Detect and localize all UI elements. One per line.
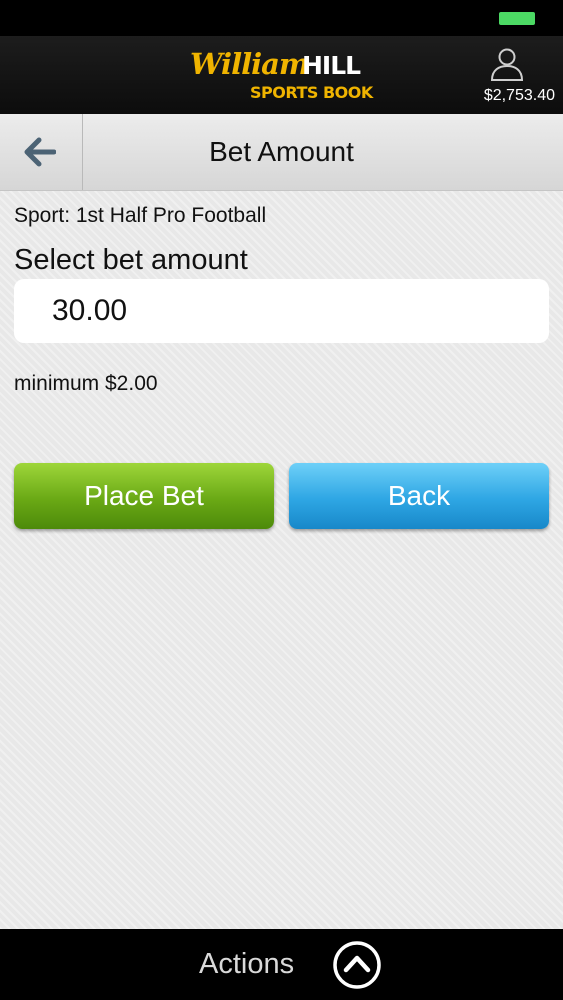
william-hill-logo: William HILL SPORTS BOOK <box>190 46 373 106</box>
minimum-amount-text: minimum $2.00 <box>14 372 158 395</box>
account-button[interactable]: $2,753.40 <box>459 44 555 108</box>
actions-bar[interactable]: Actions <box>0 929 563 1000</box>
logo-script-text: William <box>190 47 310 81</box>
sport-label: Sport: 1st Half Pro Football <box>14 204 267 227</box>
select-bet-amount-label: Select bet amount <box>14 244 248 276</box>
bet-amount-form: Sport: 1st Half Pro Football Select bet … <box>0 191 563 929</box>
page-title: Bet Amount <box>209 136 354 167</box>
actions-label: Actions <box>199 948 295 980</box>
place-bet-button[interactable]: Place Bet <box>14 463 274 529</box>
user-icon <box>490 48 524 81</box>
battery-icon <box>499 12 535 25</box>
status-bar <box>0 0 563 36</box>
title-bar: Bet Amount <box>0 114 563 191</box>
logo-hill-text: HILL <box>302 51 361 80</box>
chevron-up-circle-icon[interactable] <box>332 940 382 990</box>
bet-amount-input[interactable] <box>14 279 549 343</box>
back-button[interactable]: Back <box>289 463 549 529</box>
app-header: William HILL SPORTS BOOK $2,753.40 <box>0 36 563 115</box>
account-balance: $2,753.40 <box>483 87 555 104</box>
logo-sportsbook-text: SPORTS BOOK <box>250 83 373 102</box>
